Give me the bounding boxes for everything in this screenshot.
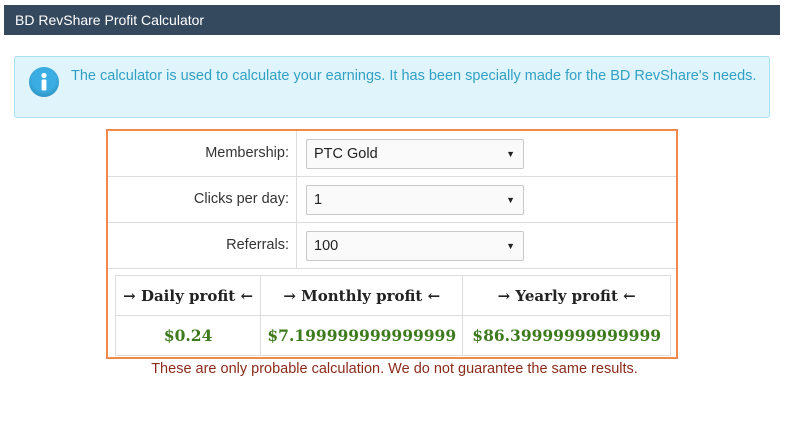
membership-label: Membership: (108, 131, 297, 176)
referrals-value: 100 (314, 238, 339, 254)
yearly-profit-header: → Yearly profit ← (462, 275, 671, 316)
info-text: The calculator is used to calculate your… (71, 68, 757, 84)
clicks-select[interactable]: 1 ▼ (306, 185, 524, 215)
info-icon (29, 67, 59, 97)
disclaimer-note: These are only probable calculation. We … (151, 361, 638, 377)
chevron-down-icon: ▼ (506, 241, 515, 251)
clicks-row: Clicks per day: 1 ▼ (108, 177, 676, 223)
monthly-profit-value: $7.199999999999999 (260, 315, 464, 356)
referrals-row: Referrals: 100 ▼ (108, 223, 676, 269)
referrals-select[interactable]: 100 ▼ (306, 231, 524, 261)
clicks-value: 1 (314, 192, 323, 208)
results-value-row: $0.24 $7.199999999999999 $86.39999999999… (114, 315, 671, 356)
referrals-label: Referrals: (108, 223, 297, 268)
info-alert: The calculator is used to calculate your… (14, 56, 770, 118)
yearly-profit-value: $86.39999999999999 (462, 315, 671, 356)
monthly-profit-header: → Monthly profit ← (260, 275, 464, 316)
chevron-down-icon: ▼ (506, 149, 515, 159)
daily-profit-header: → Daily profit ← (114, 275, 262, 316)
membership-row: Membership: PTC Gold ▼ (108, 131, 676, 177)
results-table: → Daily profit ← → Monthly profit ← → Ye… (114, 275, 671, 356)
calculator-title: BD RevShare Profit Calculator (4, 5, 780, 35)
results-header-row: → Daily profit ← → Monthly profit ← → Ye… (114, 275, 671, 316)
membership-value: PTC Gold (314, 146, 378, 162)
membership-select[interactable]: PTC Gold ▼ (306, 139, 524, 169)
chevron-down-icon: ▼ (506, 195, 515, 205)
daily-profit-value: $0.24 (114, 315, 262, 356)
calculator-panel: Membership: PTC Gold ▼ Clicks per day: 1… (106, 129, 678, 359)
clicks-label: Clicks per day: (108, 177, 297, 222)
